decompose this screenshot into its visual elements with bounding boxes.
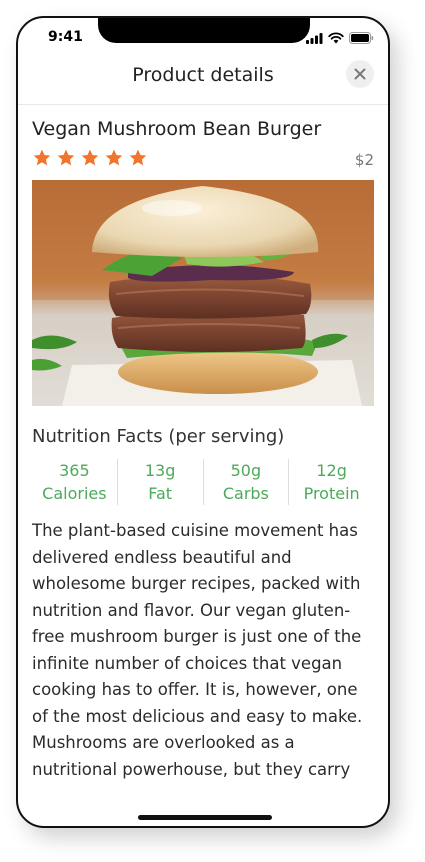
- nutrition-label: Carbs: [222, 484, 269, 503]
- star-icon: [81, 149, 99, 166]
- burger-illustration: [32, 180, 374, 406]
- nutrition-facts: 365 Calories 13g Fat 50g Carbs 12g Prote…: [32, 459, 374, 505]
- status-time: 9:41: [48, 29, 83, 45]
- nutrition-title: Nutrition Facts (per serving): [32, 426, 285, 447]
- nutrition-label: Calories: [42, 484, 107, 503]
- nutrition-item-calories: 365 Calories: [32, 459, 118, 505]
- phone-frame: 9:41 Product details Vegan Mushroom Bean…: [16, 16, 390, 828]
- close-icon: [354, 68, 366, 80]
- close-button[interactable]: [346, 60, 374, 88]
- nutrition-value: 365: [59, 461, 90, 480]
- nutrition-item-protein: 12g Protein: [289, 459, 374, 505]
- product-title: Vegan Mushroom Bean Burger: [32, 118, 322, 140]
- page-title: Product details: [132, 64, 274, 86]
- star-icon: [129, 149, 147, 166]
- signal-icon: [306, 32, 323, 44]
- rating-row: $2: [32, 148, 374, 172]
- star-icon: [105, 149, 123, 166]
- wifi-icon: [328, 32, 344, 44]
- nutrition-value: 12g: [316, 461, 347, 480]
- product-image: [32, 180, 374, 406]
- product-content[interactable]: Vegan Mushroom Bean Burger $2 Nutrition …: [32, 105, 374, 806]
- star-icon: [57, 149, 75, 166]
- star-icon: [33, 149, 51, 166]
- home-indicator[interactable]: [138, 815, 272, 820]
- nutrition-value: 13g: [144, 461, 176, 480]
- nutrition-item-fat: 13g Fat: [118, 459, 204, 505]
- nutrition-label: Fat: [148, 484, 173, 503]
- status-bar: 9:41: [18, 28, 388, 48]
- nutrition-item-carbs: 50g Carbs: [204, 459, 290, 505]
- product-price: $2: [354, 151, 374, 169]
- modal-header: Product details: [18, 56, 388, 105]
- nutrition-label: Protein: [303, 484, 360, 503]
- nutrition-value: 50g: [230, 461, 262, 480]
- product-description: The plant-based cuisine movement has del…: [32, 521, 363, 779]
- battery-icon: [349, 32, 374, 44]
- star-rating: [32, 148, 374, 168]
